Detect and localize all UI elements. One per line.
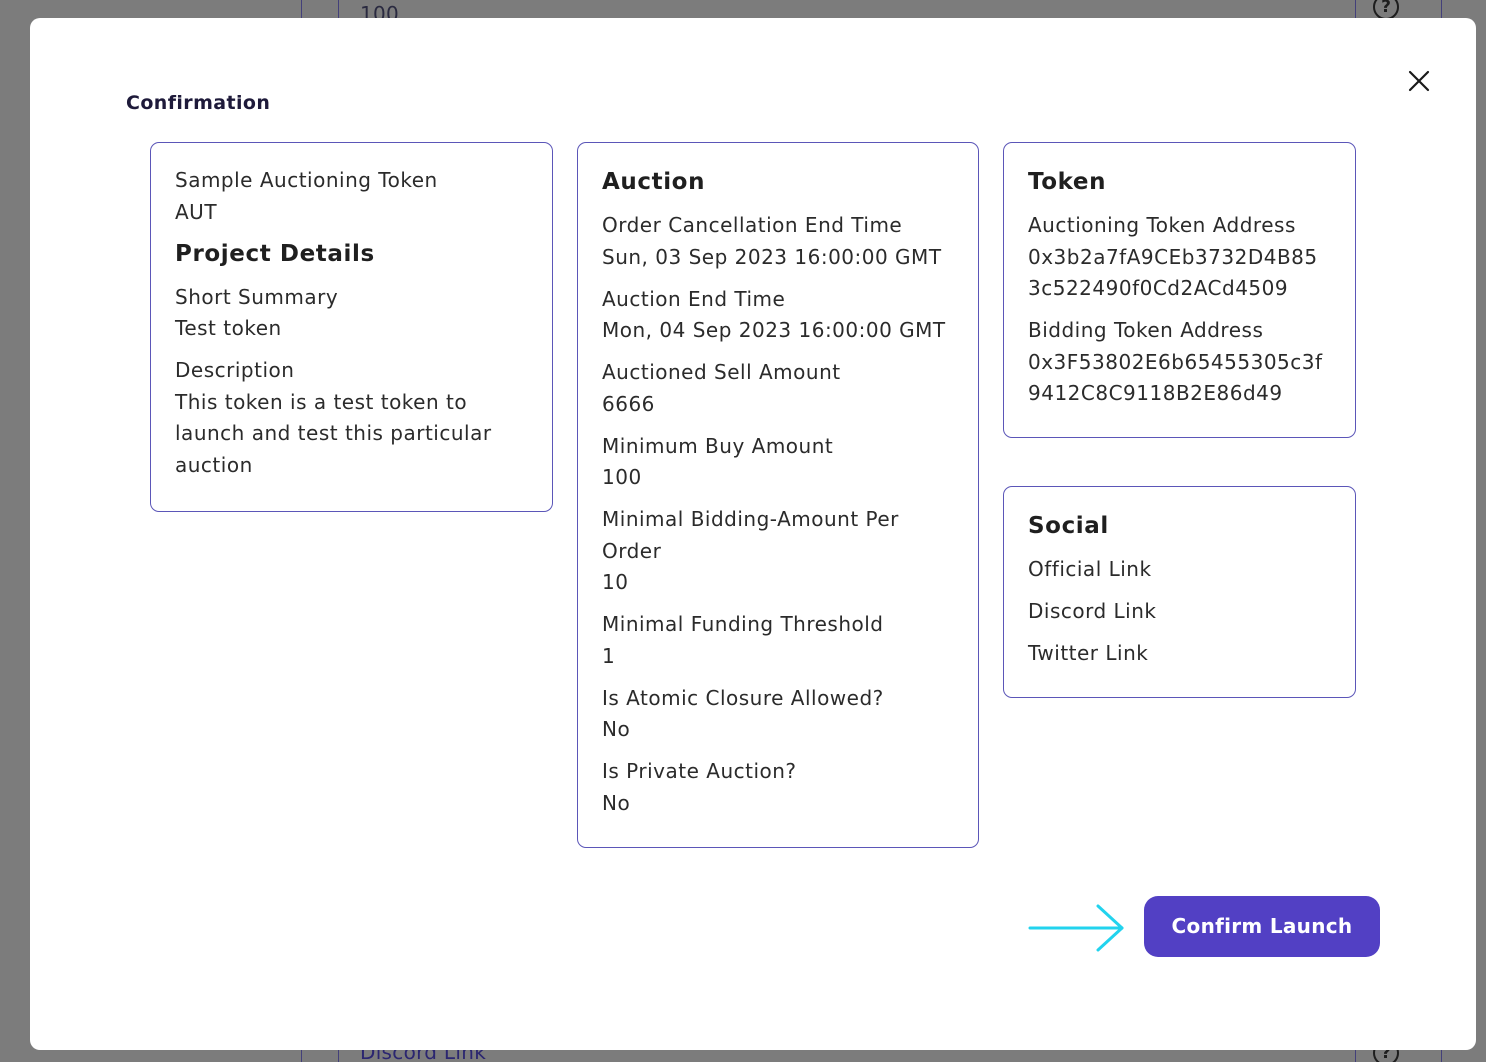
private-auction-value: No — [602, 790, 631, 815]
funding-threshold-label: Minimal Funding Threshold — [602, 612, 884, 636]
order-cancellation-value: Sun, 03 Sep 2023 16:00:00 GMT — [602, 244, 942, 269]
bidding-token-address-value: 0x3F53802E6b65455305c3f — [1028, 349, 1323, 374]
background-divider — [1441, 0, 1442, 18]
description-line: auction — [175, 452, 253, 477]
background-divider — [1355, 1050, 1356, 1062]
token-header: Token — [1028, 169, 1107, 195]
min-bidding-value: 10 — [602, 570, 629, 594]
funding-threshold-value: 1 — [602, 643, 616, 668]
description-line: launch and test this particular — [175, 421, 492, 445]
auction-end-label: Auction End Time — [602, 286, 786, 311]
project-details-card: Sample Auctioning Token AUT Project Deta… — [150, 142, 553, 512]
auctioning-token-address-label: Auctioning Token Address — [1028, 213, 1296, 237]
help-icon[interactable]: ? — [1373, 0, 1399, 20]
atomic-closure-label: Is Atomic Closure Allowed? — [602, 685, 884, 710]
short-summary-label: Short Summary — [175, 284, 339, 309]
min-buy-label: Minimum Buy Amount — [602, 433, 834, 458]
background-divider — [1355, 0, 1356, 18]
twitter-link[interactable]: Twitter Link — [1028, 638, 1331, 670]
auction-header: Auction — [602, 169, 706, 195]
min-bidding-label: Order — [602, 538, 662, 563]
order-cancellation-label: Order Cancellation End Time — [602, 213, 903, 237]
description-label: Description — [175, 358, 295, 382]
confirm-launch-button[interactable]: Confirm Launch — [1144, 896, 1380, 957]
auction-end-value: Mon, 04 Sep 2023 16:00:00 GMT — [602, 318, 946, 342]
description-line: This token is a test token to — [175, 389, 468, 414]
token-name: Sample Auctioning Token — [175, 168, 438, 192]
official-link[interactable]: Official Link — [1028, 554, 1331, 586]
modal-title: Confirmation — [126, 92, 271, 114]
social-header: Social — [1028, 513, 1109, 539]
short-summary-value: Test token — [175, 316, 282, 340]
confirmation-modal: Confirmation Sample Auctioning Token AUT… — [30, 18, 1476, 1050]
background-divider — [301, 1050, 302, 1062]
sell-amount-value: 6666 — [602, 391, 655, 416]
sell-amount-label: Auctioned Sell Amount — [602, 360, 841, 384]
min-buy-value: 100 — [602, 465, 642, 489]
discord-link[interactable]: Discord Link — [1028, 596, 1331, 628]
close-icon[interactable] — [1402, 64, 1436, 98]
social-card: Social Official Link Discord Link Twitte… — [1003, 486, 1356, 698]
bidding-token-address-value: 9412C8C9118B2E86d49 — [1028, 381, 1283, 405]
bidding-token-address-label: Bidding Token Address — [1028, 318, 1264, 342]
atomic-closure-value: No — [602, 717, 631, 741]
arrow-right-icon — [1028, 904, 1124, 952]
token-card: Token Auctioning Token Address 0x3b2a7fA… — [1003, 142, 1356, 438]
auctioning-token-address-value: 0x3b2a7fA9CEb3732D4B85 — [1028, 244, 1318, 269]
background-divider — [338, 0, 339, 18]
background-divider — [1441, 1050, 1442, 1062]
auction-card: Auction Order Cancellation End Time Sun,… — [577, 142, 979, 848]
auctioning-token-address-value: 3c522490f0Cd2ACd4509 — [1028, 276, 1289, 300]
token-symbol: AUT — [175, 199, 218, 224]
background-divider — [301, 0, 302, 18]
private-auction-label: Is Private Auction? — [602, 759, 797, 783]
min-bidding-label: Minimal Bidding-Amount Per — [602, 507, 899, 531]
project-details-header: Project Details — [175, 240, 375, 267]
background-divider — [338, 1050, 339, 1062]
